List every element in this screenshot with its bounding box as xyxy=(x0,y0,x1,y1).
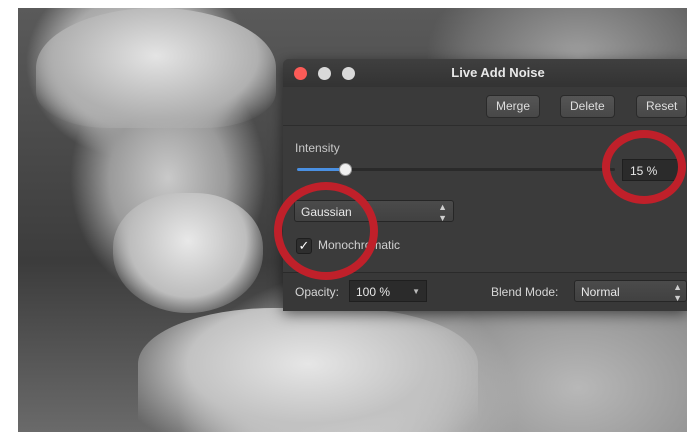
chevron-down-icon[interactable]: ▼ xyxy=(412,281,420,303)
close-button[interactable] xyxy=(294,67,307,80)
updown-arrows-icon: ▲ ▼ xyxy=(673,282,682,303)
blend-mode-label: Blend Mode: xyxy=(491,285,559,299)
intensity-label: Intensity xyxy=(295,141,340,155)
intensity-slider-fill xyxy=(297,168,345,171)
photo-turban xyxy=(36,8,276,128)
intensity-slider-thumb[interactable] xyxy=(338,163,352,176)
panel-titlebar[interactable]: Live Add Noise xyxy=(283,59,687,88)
panel-bottom-bar: Opacity: 100 % ▼ Blend Mode: Normal ▲ ▼ xyxy=(283,272,687,311)
panel-title: Live Add Noise xyxy=(451,65,545,80)
minimize-button[interactable] xyxy=(318,67,331,80)
updown-arrows-icon: ▲ ▼ xyxy=(438,202,447,223)
opacity-field[interactable]: 100 % ▼ xyxy=(349,280,427,302)
delete-button[interactable]: Delete xyxy=(560,95,615,118)
opacity-label: Opacity: xyxy=(295,285,340,299)
opacity-value: 100 % xyxy=(356,285,391,299)
annotation-circle-noise-type xyxy=(274,182,378,280)
panel-toolbar: Merge Delete Reset xyxy=(283,87,687,126)
intensity-slider[interactable] xyxy=(297,163,615,176)
maximize-button[interactable] xyxy=(342,67,355,80)
blend-mode-select[interactable]: Normal ▲ ▼ xyxy=(574,280,687,303)
blend-mode-value: Normal xyxy=(581,285,620,299)
photo-beard xyxy=(113,193,263,313)
photo-shoulder xyxy=(138,308,478,432)
annotation-circle-intensity-value xyxy=(602,130,686,204)
merge-button[interactable]: Merge xyxy=(486,95,541,118)
reset-button[interactable]: Reset xyxy=(636,95,687,118)
